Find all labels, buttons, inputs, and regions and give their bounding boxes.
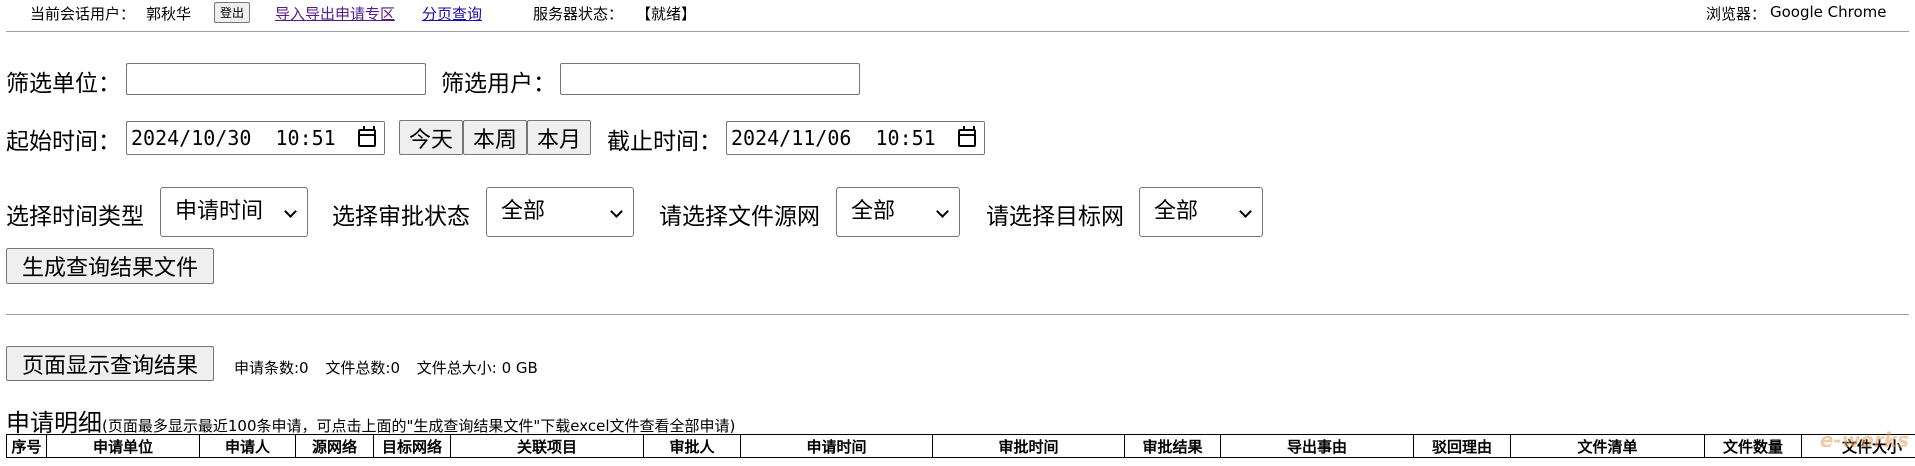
column-header: 审批人 xyxy=(643,434,741,458)
this-week-button[interactable]: 本周 xyxy=(463,120,527,155)
watermark-logo: e-works xyxy=(1819,428,1909,452)
start-time-label: 起始时间： xyxy=(6,129,121,155)
chevron-down-icon xyxy=(610,205,623,218)
unit-filter-label: 筛选单位： xyxy=(6,71,121,97)
session-user-name: 郭秋华 xyxy=(146,5,192,23)
calendar-icon[interactable] xyxy=(958,126,976,147)
show-results-button[interactable]: 页面显示查询结果 xyxy=(6,346,214,381)
source-net-select[interactable]: 全部 xyxy=(836,187,960,237)
source-net-label: 请选择文件源网 xyxy=(659,204,820,230)
table-header-row: 序号 申请单位 申请人 源网络 目标网络 关联项目 审批人 申请时间 审批时间 … xyxy=(6,434,1915,458)
column-header: 文件清单 xyxy=(1510,434,1705,458)
calendar-icon[interactable] xyxy=(358,126,376,147)
top-bar: 当前会话用户： 郭秋华 登出 导入导出申请专区 分页查询 服务器状态： 【就绪】… xyxy=(0,0,1915,32)
target-net-label: 请选择目标网 xyxy=(986,204,1124,230)
column-header: 序号 xyxy=(6,434,47,458)
today-button[interactable]: 今天 xyxy=(399,120,463,155)
top-divider xyxy=(6,31,1909,32)
column-header: 目标网络 xyxy=(373,434,451,458)
source-net-value: 全部 xyxy=(851,199,896,224)
time-type-select[interactable]: 申请时间 xyxy=(160,187,308,237)
column-header: 申请时间 xyxy=(740,434,933,458)
column-header: 驳回理由 xyxy=(1413,434,1511,458)
browser-name: Google Chrome xyxy=(1770,3,1887,21)
time-type-value: 申请时间 xyxy=(175,199,264,224)
column-header: 申请单位 xyxy=(46,434,200,458)
server-status-value: 【就绪】 xyxy=(636,5,697,23)
file-total-count: 文件总数:0 xyxy=(325,359,400,377)
file-total-size: 文件总大小: 0 GB xyxy=(416,359,538,377)
column-header: 审批时间 xyxy=(932,434,1125,458)
unit-filter-input[interactable] xyxy=(126,63,426,95)
column-header: 导出事由 xyxy=(1220,434,1414,458)
server-status-label: 服务器状态： xyxy=(533,5,624,23)
start-time-value: 2024/10/30 10:51 xyxy=(131,126,336,150)
column-header: 申请人 xyxy=(199,434,296,458)
approval-status-select[interactable]: 全部 xyxy=(486,187,634,237)
approval-status-label: 选择审批状态 xyxy=(332,204,470,230)
column-header: 关联项目 xyxy=(450,434,644,458)
chevron-down-icon xyxy=(284,205,297,218)
time-type-label: 选择时间类型 xyxy=(6,204,144,230)
logout-button[interactable]: 登出 xyxy=(214,2,251,23)
middle-divider xyxy=(6,314,1909,315)
result-stats: 申请条数:0 文件总数:0 文件总大小: 0 GB xyxy=(234,357,550,378)
import-export-link[interactable]: 导入导出申请专区 xyxy=(275,3,395,24)
column-header: 源网络 xyxy=(295,434,374,458)
end-time-value: 2024/11/06 10:51 xyxy=(731,126,936,150)
application-count: 申请条数:0 xyxy=(234,359,309,377)
end-time-input[interactable]: 2024/11/06 10:51 xyxy=(726,121,985,155)
end-time-label: 截止时间： xyxy=(607,129,722,155)
column-header: 审批结果 xyxy=(1124,434,1221,458)
user-filter-input[interactable] xyxy=(560,63,860,95)
start-time-input[interactable]: 2024/10/30 10:51 xyxy=(126,121,385,155)
chevron-down-icon xyxy=(1239,205,1252,218)
chevron-down-icon xyxy=(936,205,949,218)
detail-title: 申请明细 xyxy=(6,409,102,437)
detail-heading: 申请明细(页面最多显示最近100条申请，可点击上面的"生成查询结果文件"下载ex… xyxy=(6,403,735,438)
detail-note: (页面最多显示最近100条申请，可点击上面的"生成查询结果文件"下载excel文… xyxy=(102,417,736,435)
application-detail-table: 序号 申请单位 申请人 源网络 目标网络 关联项目 审批人 申请时间 审批时间 … xyxy=(6,434,1915,458)
approval-status-value: 全部 xyxy=(501,199,546,224)
browser-label: 浏览器： xyxy=(1706,5,1767,23)
target-net-value: 全部 xyxy=(1154,199,1199,224)
session-user-label: 当前会话用户： xyxy=(30,5,136,23)
target-net-select[interactable]: 全部 xyxy=(1139,187,1263,237)
this-month-button[interactable]: 本月 xyxy=(527,120,591,155)
user-filter-label: 筛选用户： xyxy=(441,71,556,97)
generate-result-file-button[interactable]: 生成查询结果文件 xyxy=(6,248,214,284)
column-header: 文件数量 xyxy=(1704,434,1802,458)
paging-query-link[interactable]: 分页查询 xyxy=(422,3,482,24)
